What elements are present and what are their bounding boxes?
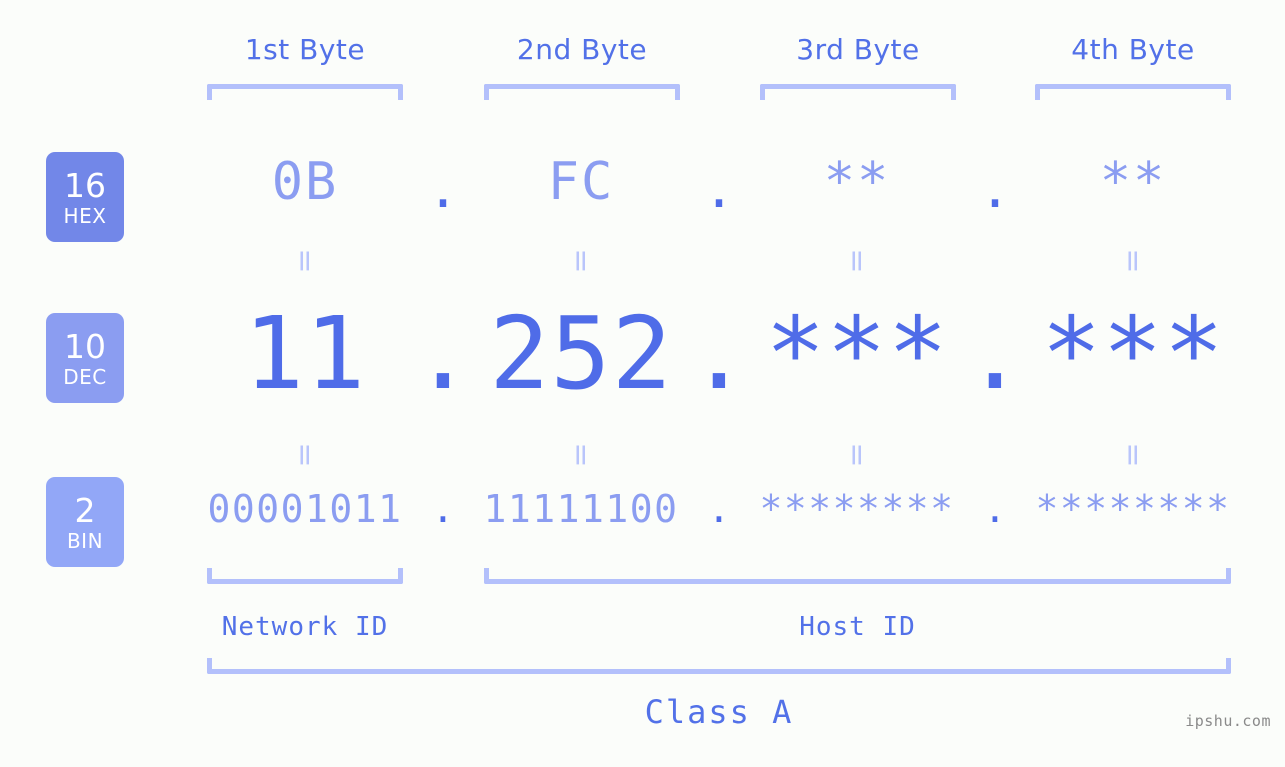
base-badge-hex-number: 16 bbox=[64, 165, 106, 205]
base-badge-hex: 16 HEX bbox=[46, 152, 124, 242]
class-label: Class A bbox=[644, 693, 794, 731]
ip-address-breakdown-diagram: 1st Byte 2nd Byte 3rd Byte 4th Byte 16 H… bbox=[0, 0, 1285, 767]
byte-header-4: 4th Byte bbox=[1071, 33, 1195, 66]
equals-row-hex-dec: = = = = bbox=[170, 244, 1265, 279]
byte-header-2: 2nd Byte bbox=[516, 33, 648, 66]
hex-value-row: 0B . FC . ** . ** bbox=[170, 152, 1265, 222]
bin-byte-2: 11111100 bbox=[483, 487, 679, 531]
dec-value-row: 11 . 252 . *** . *** bbox=[170, 295, 1265, 412]
dec-separator-2: . bbox=[688, 295, 750, 412]
bin-separator-3: . bbox=[983, 487, 1007, 531]
network-id-bracket bbox=[207, 568, 403, 584]
bin-separator-2: . bbox=[707, 487, 731, 531]
base-badge-dec-number: 10 bbox=[64, 326, 106, 366]
class-bracket bbox=[207, 658, 1231, 674]
base-badge-hex-name: HEX bbox=[63, 203, 107, 228]
dec-separator-1: . bbox=[412, 295, 474, 412]
bin-byte-4: ******** bbox=[1035, 487, 1231, 531]
byte-bracket-top-1 bbox=[207, 84, 403, 100]
byte-header-1: 1st Byte bbox=[244, 33, 366, 66]
base-badge-bin-name: BIN bbox=[66, 528, 104, 553]
base-badge-bin: 2 BIN bbox=[46, 477, 124, 567]
bin-byte-3: ******** bbox=[759, 487, 955, 531]
bin-byte-1: 00001011 bbox=[207, 487, 403, 531]
equals-row-dec-bin: = = = = bbox=[170, 438, 1265, 473]
byte-bracket-top-3 bbox=[760, 84, 956, 100]
watermark: ipshu.com bbox=[1185, 712, 1271, 730]
bin-value-row: 00001011 . 11111100 . ******** . *******… bbox=[170, 487, 1265, 547]
dec-separator-3: . bbox=[964, 295, 1026, 412]
byte-bracket-top-4 bbox=[1035, 84, 1231, 100]
byte-header-3: 3rd Byte bbox=[796, 33, 920, 66]
hex-separator-2: . bbox=[703, 160, 735, 220]
host-id-bracket bbox=[484, 568, 1231, 584]
byte-bracket-top-2 bbox=[484, 84, 680, 100]
base-badge-dec-name: DEC bbox=[63, 364, 107, 389]
base-badge-bin-number: 2 bbox=[74, 490, 96, 530]
host-id-label: Host ID bbox=[799, 612, 916, 642]
network-id-label: Network ID bbox=[221, 612, 389, 642]
hex-separator-1: . bbox=[427, 160, 459, 220]
hex-separator-3: . bbox=[979, 160, 1011, 220]
base-badge-dec: 10 DEC bbox=[46, 313, 124, 403]
bin-separator-1: . bbox=[431, 487, 455, 531]
